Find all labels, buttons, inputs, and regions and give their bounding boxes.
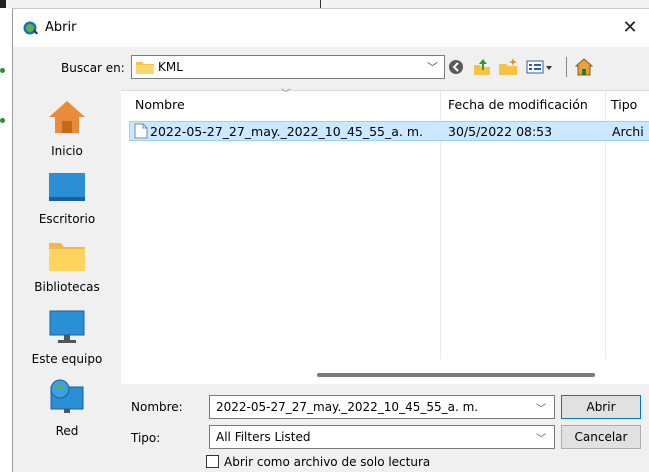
- home-icon: [49, 101, 85, 133]
- column-header-date[interactable]: Fecha de modificación: [448, 91, 588, 119]
- background-window-strip: [0, 0, 649, 12]
- close-button[interactable]: ✕: [616, 15, 644, 41]
- sort-chevron-icon: ﹀: [281, 89, 291, 100]
- filetype-label: Tipo:: [131, 431, 161, 445]
- place-label: Inicio: [51, 144, 83, 158]
- file-list[interactable]: Nombre ﹀ Fecha de modificación Tipo 2022…: [121, 89, 649, 384]
- table-row[interactable]: 2022-05-27_27_may._2022_10_45_55_a. m. 3…: [129, 121, 649, 141]
- background-marker: [0, 118, 5, 123]
- place-escritorio[interactable]: Escritorio: [21, 171, 113, 226]
- new-folder-icon[interactable]: [497, 56, 519, 78]
- view-menu-icon[interactable]: [525, 56, 555, 78]
- open-file-dialog: Abrir ✕ Buscar en: KML ﹀ Inicio Escritor…: [12, 8, 649, 472]
- window-title: Abrir: [45, 20, 77, 35]
- readonly-label: Abrir como archivo de solo lectura: [224, 455, 431, 469]
- look-in-combo[interactable]: KML ﹀: [131, 55, 445, 79]
- look-in-label: Buscar en:: [61, 61, 125, 75]
- place-bibliotecas[interactable]: Bibliotecas: [21, 239, 113, 294]
- folder-icon: [136, 62, 154, 74]
- libraries-folder-icon: [49, 243, 85, 271]
- readonly-checkbox[interactable]: [206, 455, 219, 468]
- place-label: Este equipo: [31, 352, 103, 366]
- place-label: Red: [55, 424, 79, 438]
- back-icon[interactable]: [445, 56, 467, 78]
- app-globe-icon: [23, 21, 38, 35]
- filetype-value: All Filters Listed: [216, 430, 311, 444]
- close-icon: ✕: [622, 17, 638, 38]
- filetype-combo[interactable]: All Filters Listed ﹀: [209, 425, 555, 449]
- file-name-cell: 2022-05-27_27_may._2022_10_45_55_a. m.: [150, 124, 424, 139]
- up-folder-icon[interactable]: [471, 56, 493, 78]
- column-header-name[interactable]: Nombre: [135, 91, 185, 119]
- background-markers: [0, 0, 12, 471]
- place-inicio[interactable]: Inicio: [21, 97, 113, 158]
- filename-combo[interactable]: 2022-05-27_27_may._2022_10_45_55_a. m. ﹀: [209, 395, 555, 419]
- horizontal-scrollbar[interactable]: [317, 373, 595, 377]
- toolbar-separator: [566, 57, 567, 77]
- place-label: Escritorio: [38, 212, 96, 226]
- home-icon[interactable]: [573, 56, 595, 78]
- place-label: Bibliotecas: [34, 280, 100, 294]
- place-este-equipo[interactable]: Este equipo: [21, 309, 113, 366]
- place-red[interactable]: Red: [21, 379, 113, 438]
- title-bar: Abrir ✕: [13, 9, 649, 47]
- network-icon: [50, 379, 84, 413]
- chevron-down-icon: ﹀: [536, 434, 546, 445]
- chevron-down-icon: ﹀: [536, 404, 546, 415]
- column-header-type[interactable]: Tipo: [611, 91, 637, 119]
- file-icon: [134, 123, 148, 139]
- background-marker: [0, 68, 5, 73]
- filename-value: 2022-05-27_27_may._2022_10_45_55_a. m.: [216, 400, 479, 414]
- desktop-icon: [49, 173, 85, 201]
- readonly-checkbox-row[interactable]: Abrir como archivo de solo lectura: [206, 455, 430, 469]
- open-button[interactable]: Abrir: [561, 395, 641, 419]
- file-date-cell: 30/5/2022 08:53: [448, 124, 553, 139]
- places-sidebar: Inicio Escritorio Bibliotecas Este equip…: [13, 89, 118, 472]
- computer-icon: [49, 310, 85, 343]
- filename-label: Nombre:: [131, 400, 183, 414]
- cancel-button[interactable]: Cancelar: [561, 425, 641, 449]
- chevron-down-icon: ﹀: [427, 61, 438, 74]
- look-in-value: KML: [158, 60, 183, 74]
- file-type-cell: Archi: [612, 124, 644, 139]
